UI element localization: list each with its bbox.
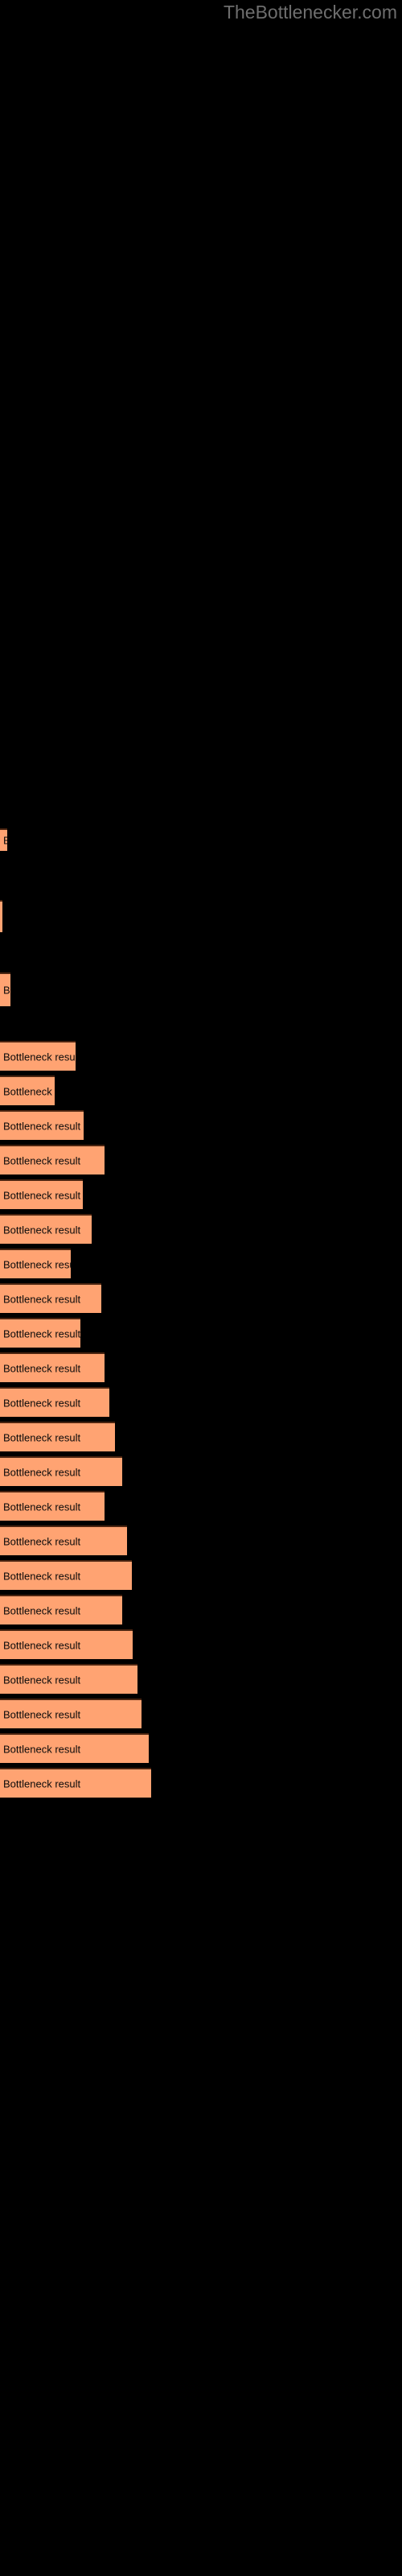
bar-label-clip: Bottleneck result bbox=[0, 1562, 132, 1590]
bottleneck-result-bar[interactable]: Bottleneck result bbox=[0, 1041, 76, 1071]
bar-label-clip: Bottleneck result bbox=[0, 1250, 71, 1278]
bar-label-clip: Bottleneck result bbox=[0, 1631, 133, 1659]
bar-label: Bottleneck result bbox=[3, 1154, 81, 1166]
bottleneck-result-bar[interactable]: Bottleneck result bbox=[0, 1283, 101, 1313]
bar-label: Bottleneck result bbox=[3, 1604, 81, 1616]
bar-label-clip: Bottleneck result bbox=[0, 1354, 105, 1382]
bar-label-clip: Bottleneck result bbox=[0, 1596, 122, 1624]
bar-label-clip: Bottleneck result bbox=[0, 1042, 76, 1071]
bar-label-clip: Bottleneck result bbox=[0, 830, 7, 851]
bottleneck-result-bar[interactable]: Bottleneck result bbox=[0, 1456, 122, 1486]
bar-label-clip: Bottleneck result bbox=[0, 1146, 105, 1174]
bar-label-clip: Bottleneck result bbox=[0, 1735, 149, 1763]
bottleneck-result-bar[interactable]: Bottleneck result bbox=[0, 1318, 80, 1348]
bar-label-clip: Bottleneck result bbox=[0, 1216, 92, 1244]
bar-label-clip: Bottleneck result bbox=[0, 1492, 105, 1521]
bar-label-clip: Bottleneck result bbox=[0, 1389, 109, 1417]
bottleneck-result-bar[interactable]: Bottleneck result bbox=[0, 1664, 137, 1694]
bar-label-clip: Bottleneck result bbox=[0, 1527, 127, 1555]
bottleneck-result-bar[interactable]: Bottleneck result bbox=[0, 1110, 84, 1140]
bottleneck-result-bar[interactable]: Bottleneck result bbox=[0, 972, 10, 1006]
bottleneck-result-bar[interactable]: Bottleneck result bbox=[0, 1145, 105, 1174]
bottleneck-result-bar[interactable]: Bottleneck result bbox=[0, 1422, 115, 1451]
bottleneck-result-bar[interactable]: Bottleneck result bbox=[0, 1387, 109, 1417]
bar-label: Bottleneck result bbox=[3, 1570, 81, 1582]
bar-label: Bottleneck result bbox=[3, 1743, 81, 1755]
bottleneck-result-bar[interactable]: Bottleneck result bbox=[0, 828, 7, 851]
bar-label-clip: Bottleneck result bbox=[0, 1423, 115, 1451]
bar-label: Bottleneck result bbox=[3, 1708, 81, 1720]
bar-label-clip: Bottleneck result bbox=[0, 1769, 151, 1798]
bar-label: Bottleneck result bbox=[3, 1224, 81, 1236]
bar-label: Bottleneck result bbox=[3, 1085, 55, 1097]
bottleneck-result-bar[interactable]: Bottleneck result bbox=[0, 1560, 132, 1590]
bar-label: Bottleneck result bbox=[3, 1431, 81, 1443]
bar-label: Bottleneck result bbox=[3, 1535, 81, 1547]
bar-label-clip: Bottleneck result bbox=[0, 1319, 80, 1348]
bottleneck-result-bar[interactable]: Bottleneck result bbox=[0, 1491, 105, 1521]
bar-label: Bottleneck result bbox=[3, 1397, 81, 1409]
bar-label: Bottleneck result bbox=[3, 1501, 81, 1513]
bar-label-clip: Bottleneck result bbox=[0, 974, 10, 1006]
bar-label-clip: Bottleneck result bbox=[0, 1666, 137, 1694]
bar-label: Bottleneck result bbox=[3, 1120, 81, 1132]
bottleneck-result-bar[interactable]: Bottleneck result bbox=[0, 1595, 122, 1624]
bar-label: Bottleneck result bbox=[3, 1362, 81, 1374]
bar-label-clip: Bottleneck result bbox=[0, 1181, 83, 1209]
bar-label-clip: Bottleneck result bbox=[0, 1077, 55, 1105]
bottleneck-result-bar[interactable]: Bottleneck result bbox=[0, 1768, 151, 1798]
bottleneck-result-bar[interactable]: Bottleneck result bbox=[0, 1249, 71, 1278]
bottleneck-result-bar[interactable]: Bottleneck result bbox=[0, 1075, 55, 1105]
bottleneck-bar-chart: Bottleneck result Bottleneck result Bottle… bbox=[0, 0, 402, 2576]
bar-label: Bottleneck result bbox=[3, 984, 10, 997]
bar-label: Bottleneck result bbox=[3, 1258, 71, 1270]
bar-label: Bottleneck result bbox=[3, 1674, 81, 1686]
bar-label: Bottleneck result bbox=[3, 1051, 76, 1063]
bar-label: Bottleneck result bbox=[3, 1293, 81, 1305]
bar-label-clip: Bottleneck result bbox=[0, 1458, 122, 1486]
bottleneck-result-bar[interactable]: Bottleneck result bbox=[0, 1733, 149, 1763]
bar-label: Bottleneck result bbox=[3, 834, 7, 847]
bottleneck-result-bar[interactable]: Bottleneck result bbox=[0, 1179, 83, 1209]
bottleneck-result-bar[interactable]: Bottleneck result bbox=[0, 1352, 105, 1382]
bar-label: Bottleneck result bbox=[3, 1466, 81, 1478]
bar-label-clip: Bottleneck result bbox=[0, 1285, 101, 1313]
bottleneck-result-bar[interactable]: Bottleneck result bbox=[0, 900, 2, 932]
bar-label: Bottleneck result bbox=[3, 1639, 81, 1651]
bar-label-clip: Bottleneck result bbox=[0, 902, 2, 932]
bottleneck-result-bar[interactable]: Bottleneck result bbox=[0, 1699, 142, 1728]
bar-label: Bottleneck result bbox=[3, 1189, 81, 1201]
bar-label: Bottleneck result bbox=[3, 1777, 81, 1790]
bottleneck-result-bar[interactable]: Bottleneck result bbox=[0, 1214, 92, 1244]
bar-label-clip: Bottleneck result bbox=[0, 1700, 142, 1728]
bar-label: Bottleneck result bbox=[3, 1327, 80, 1340]
bar-label-clip: Bottleneck result bbox=[0, 1112, 84, 1140]
bottleneck-result-bar[interactable]: Bottleneck result bbox=[0, 1629, 133, 1659]
bottleneck-result-bar[interactable]: Bottleneck result bbox=[0, 1525, 127, 1555]
